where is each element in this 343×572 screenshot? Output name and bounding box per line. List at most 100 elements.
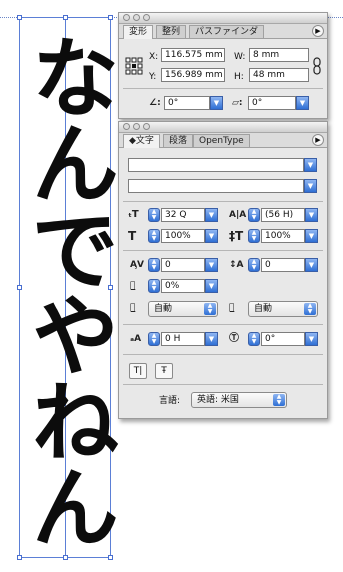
font-size-field[interactable]: 32 Q: [161, 208, 205, 222]
horizontal-scale-field[interactable]: 100%: [261, 229, 305, 243]
h-label: H:: [234, 72, 244, 82]
font-style-dropdown-icon[interactable]: ▼: [304, 179, 317, 193]
h-field[interactable]: 48 mm: [249, 68, 309, 82]
palette-titlebar[interactable]: [119, 122, 327, 133]
tate-chu-yoko-button[interactable]: T|: [129, 363, 147, 379]
palette-menu-icon[interactable]: ▶: [312, 134, 324, 146]
popup-arrows-icon: ▲ ▼: [273, 394, 285, 406]
palette-menu-icon[interactable]: ▶: [312, 25, 324, 37]
separator: [123, 324, 323, 325]
vertical-scale-field[interactable]: 100%: [161, 229, 205, 243]
shear-dropdown-icon[interactable]: ▼: [296, 96, 309, 110]
w-label: W:: [234, 52, 246, 62]
minimize-button[interactable]: [133, 14, 140, 21]
horizontal-scale-stepper[interactable]: ▲ ▼: [248, 229, 260, 243]
tsume-dropdown-icon[interactable]: ▼: [205, 279, 218, 293]
character-rotation-dropdown-icon[interactable]: ▼: [305, 332, 318, 346]
y-label: Y:: [149, 72, 157, 82]
transform-tab-bar: 変形 整列 パスファインダ ▶: [119, 24, 327, 39]
zoom-button[interactable]: [143, 123, 150, 130]
tab-pathfinder[interactable]: パスファインダ: [189, 25, 265, 38]
tsume-field[interactable]: 0%: [161, 279, 205, 293]
aki-left-icon: あ̲: [130, 303, 136, 313]
palette-titlebar[interactable]: [119, 13, 327, 24]
character-palette: ◆文字 段落 OpenType ▶ ▼ ▼ ₜT ▲ ▼ 32 Q ▼ A|A ▲…: [118, 121, 328, 419]
language-value: 英語: 米国: [197, 395, 239, 405]
strikethrough-button[interactable]: Ŧ: [155, 363, 173, 379]
close-button[interactable]: [123, 123, 130, 130]
language-popup[interactable]: 英語: 米国 ▲ ▼: [191, 392, 287, 408]
vertical-scale-dropdown-icon[interactable]: ▼: [205, 229, 218, 243]
rotate-dropdown-icon[interactable]: ▼: [210, 96, 223, 110]
tsume-icon: あ̲: [130, 281, 136, 291]
leading-stepper[interactable]: ▲ ▼: [248, 208, 260, 222]
baseline-shift-field[interactable]: 0 H: [161, 332, 205, 346]
tracking-icon: ↕A: [229, 260, 244, 270]
tracking-field[interactable]: 0: [261, 258, 305, 272]
tab-options-icon: ◆: [129, 136, 136, 146]
vertical-scale-icon: T: [128, 229, 137, 243]
y-field[interactable]: 156.989 mm: [161, 68, 225, 82]
horizontal-scale-icon: ‡T: [229, 229, 244, 243]
aki-right-popup[interactable]: 自動 ▲ ▼: [248, 301, 318, 317]
tate-chu-yoko-icon: T|: [133, 366, 143, 376]
aki-right-value: 自動: [254, 304, 273, 314]
tab-align[interactable]: 整列: [156, 25, 187, 38]
strikethrough-icon: Ŧ: [161, 366, 167, 376]
character-rotation-icon: Ⓣ: [229, 333, 239, 344]
vertical-scale-stepper[interactable]: ▲ ▼: [148, 229, 160, 243]
close-button[interactable]: [123, 14, 130, 21]
aki-left-value: 自動: [154, 304, 173, 314]
baseline-shift-dropdown-icon[interactable]: ▼: [205, 332, 218, 346]
rotate-field[interactable]: 0°: [164, 96, 210, 110]
minimize-button[interactable]: [133, 123, 140, 130]
x-label: X:: [149, 52, 159, 62]
tracking-stepper[interactable]: ▲ ▼: [248, 258, 260, 272]
tsume-stepper[interactable]: ▲ ▼: [148, 279, 160, 293]
kerning-stepper[interactable]: ▲ ▼: [148, 258, 160, 272]
kerning-field[interactable]: 0: [161, 258, 205, 272]
character-rotation-stepper[interactable]: ▲ ▼: [248, 332, 260, 346]
tab-character[interactable]: ◆文字: [123, 134, 160, 148]
tab-transform[interactable]: 変形: [123, 25, 154, 39]
leading-field[interactable]: (56 H): [261, 208, 305, 222]
shear-field[interactable]: 0°: [248, 96, 296, 110]
kerning-dropdown-icon[interactable]: ▼: [205, 258, 218, 272]
baseline-shift-icon: ₐA: [130, 334, 142, 344]
character-rotation-field[interactable]: 0°: [261, 332, 305, 346]
vertical-text[interactable]: なんでやねん: [16, 20, 120, 560]
w-field[interactable]: 8 mm: [249, 48, 309, 62]
reference-point-grid-icon[interactable]: [125, 57, 143, 75]
font-size-dropdown-icon[interactable]: ▼: [205, 208, 218, 222]
tracking-dropdown-icon[interactable]: ▼: [305, 258, 318, 272]
leading-dropdown-icon[interactable]: ▼: [305, 208, 318, 222]
separator: [123, 201, 323, 202]
font-style-field[interactable]: [128, 179, 304, 193]
constrain-proportions-icon[interactable]: [313, 57, 321, 75]
character-tab-bar: ◆文字 段落 OpenType ▶: [119, 133, 327, 148]
separator: [123, 354, 323, 355]
font-size-stepper[interactable]: ▲ ▼: [148, 208, 160, 222]
horizontal-scale-dropdown-icon[interactable]: ▼: [305, 229, 318, 243]
popup-arrows-icon: ▲ ▼: [304, 303, 316, 315]
language-label: 言語:: [159, 396, 181, 406]
separator: [123, 384, 323, 385]
font-family-field[interactable]: [128, 158, 304, 172]
aki-right-icon: あ̲: [229, 303, 235, 313]
font-size-icon: ₜT: [128, 209, 139, 220]
shear-icon: ▱:: [232, 98, 243, 108]
tab-paragraph[interactable]: 段落: [163, 134, 194, 147]
tab-character-label: 文字: [135, 136, 154, 146]
leading-icon: A|A: [229, 210, 247, 220]
separator: [123, 88, 323, 89]
separator: [123, 250, 323, 251]
tab-opentype[interactable]: OpenType: [193, 134, 250, 147]
x-field[interactable]: 116.575 mm: [161, 48, 225, 62]
rotate-icon: ∠:: [149, 98, 161, 108]
aki-left-popup[interactable]: 自動 ▲ ▼: [148, 301, 218, 317]
transform-palette: 変形 整列 パスファインダ ▶ X: 116.575 mm W: 8 mm Y:…: [118, 12, 328, 119]
font-family-dropdown-icon[interactable]: ▼: [304, 158, 317, 172]
baseline-shift-stepper[interactable]: ▲ ▼: [148, 332, 160, 346]
kerning-icon: A̧V: [130, 260, 144, 270]
zoom-button[interactable]: [143, 14, 150, 21]
